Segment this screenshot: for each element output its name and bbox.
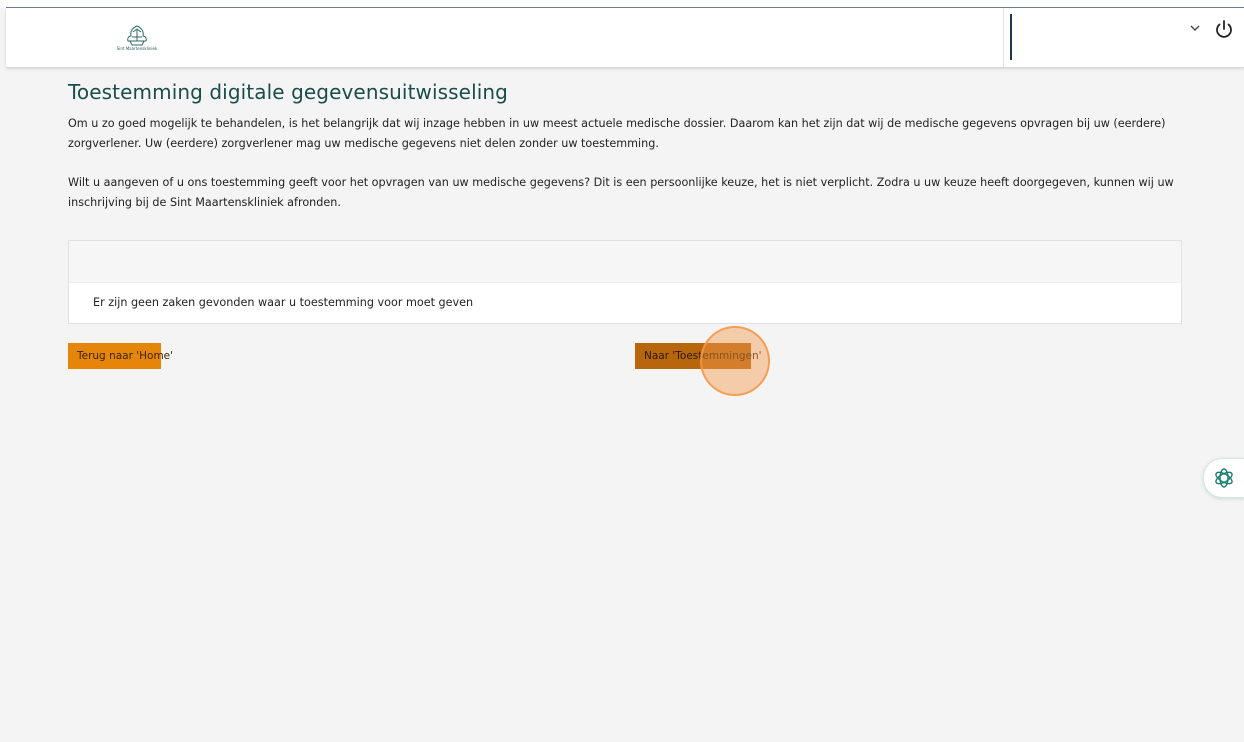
main-content: Toestemming digitale gegevensuitwisselin… (68, 80, 1182, 232)
consent-panel: Er zijn geen zaken gevonden waar u toest… (68, 240, 1182, 324)
consents-button[interactable]: Naar 'Toestemmingen' (635, 343, 762, 369)
assistant-button[interactable] (1203, 458, 1244, 498)
logo[interactable]: Sint Maartenskliniek (108, 24, 166, 54)
back-home-button[interactable]: Terug naar 'Home' (68, 343, 173, 369)
consent-paragraph: Wilt u aangeven of u ons toestemming gee… (68, 176, 1174, 209)
panel-empty-message: Er zijn geen zaken gevonden waar u toest… (93, 296, 474, 309)
logo-text: Sint Maartenskliniek (116, 46, 158, 51)
power-icon[interactable] (1213, 18, 1235, 40)
assistant-icon (1215, 468, 1233, 488)
chevron-down-icon[interactable] (1188, 21, 1202, 35)
intro-paragraph: Om u zo goed mogelijk te behandelen, is … (68, 117, 1166, 150)
page-title: Toestemming digitale gegevensuitwisselin… (68, 80, 508, 104)
app-header: Sint Maartenskliniek (6, 8, 1244, 68)
text-cursor (1010, 14, 1012, 60)
header-divider (1003, 8, 1004, 67)
logo-icon (127, 25, 147, 46)
user-select[interactable] (1009, 14, 1207, 60)
panel-header (69, 241, 1181, 283)
